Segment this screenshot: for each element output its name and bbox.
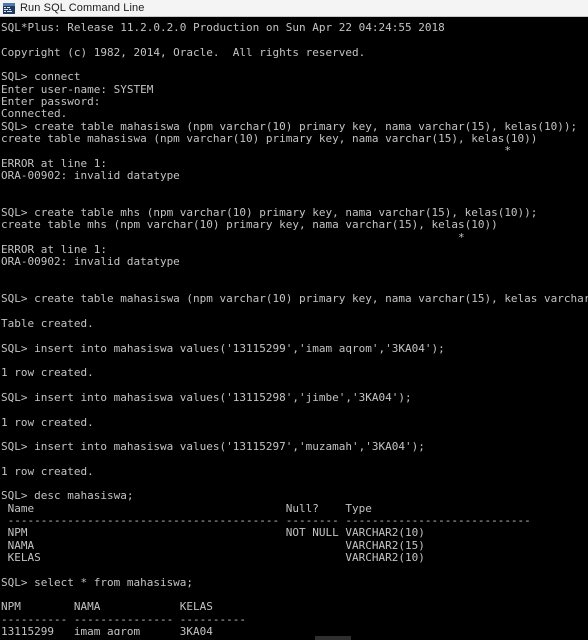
terminal-line: SQL> insert into mahasiswa values('13115… <box>1 341 445 355</box>
terminal-line: SQL> select * from mahasiswa; <box>1 575 194 589</box>
terminal-line: create table mhs (npm varchar(10) primar… <box>1 218 498 232</box>
terminal-line: NPM NOT NULL VARCHAR2(10) <box>1 526 425 540</box>
terminal-line: Table created. <box>1 316 94 330</box>
terminal-line: * <box>1 144 511 158</box>
terminal-line: SQL> insert into mahasiswa values('13115… <box>1 390 412 404</box>
terminal-line: SQL> desc mahasiswa; <box>1 489 134 503</box>
terminal-line: 1 row created. <box>1 464 94 478</box>
terminal-line: SQL> insert into mahasiswa values('13115… <box>1 440 425 454</box>
terminal-line: KELAS VARCHAR2(10) <box>1 551 425 565</box>
terminal-line: NPM NAMA KELAS <box>1 600 213 614</box>
terminal-line: ORA-00902: invalid datatype <box>1 168 180 182</box>
window-titlebar[interactable]: Run SQL Command Line <box>0 0 588 17</box>
terminal-line: 1 row created. <box>1 366 94 380</box>
terminal-line: SQL*Plus: Release 11.2.0.2.0 Production … <box>1 21 445 34</box>
terminal-line: Connected. <box>1 107 68 121</box>
horizontal-scrollbar-thumb[interactable] <box>315 636 351 640</box>
terminal-output[interactable]: SQL*Plus: Release 11.2.0.2.0 Production … <box>0 17 588 640</box>
terminal-line: ORA-00902: invalid datatype <box>1 255 180 269</box>
sqlplus-console-window: Run SQL Command Line SQL*Plus: Release 1… <box>0 0 588 640</box>
window-title-text: Run SQL Command Line <box>20 1 145 14</box>
terminal-line: SQL> connect <box>1 70 81 84</box>
terminal-line: SQL> create table mahasiswa (npm varchar… <box>1 292 588 306</box>
terminal-line: Copyright (c) 1982, 2014, Oracle. All ri… <box>1 45 366 59</box>
horizontal-scrollbar-track[interactable] <box>0 635 588 640</box>
terminal-line: 1 row created. <box>1 415 94 429</box>
terminal-line: Enter password: <box>1 94 101 108</box>
console-window-icon <box>3 2 15 14</box>
